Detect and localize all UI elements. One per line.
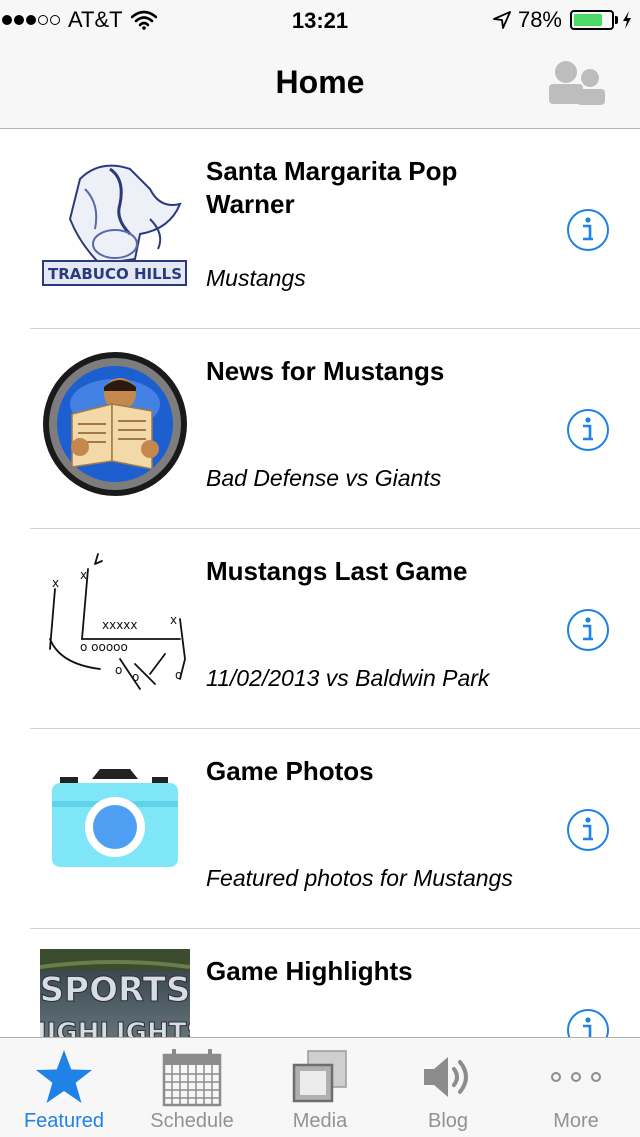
svg-text:x: x	[52, 576, 59, 590]
navigation-bar: Home	[0, 40, 640, 129]
svg-text:o: o	[132, 670, 139, 684]
page-title: Home	[275, 64, 365, 100]
item-subtitle: Bad Defense vs Giants	[206, 465, 442, 491]
battery-icon	[570, 10, 614, 30]
svg-text:o: o	[175, 668, 182, 682]
battery-level	[574, 14, 602, 26]
info-icon[interactable]	[566, 1008, 610, 1037]
battery-percent: 78%	[517, 7, 562, 32]
svg-text:xxxxx: xxxxx	[102, 618, 138, 632]
svg-text:o: o	[115, 663, 122, 677]
sports-highlights-image: SPORTS HIGHLIGHTS	[40, 949, 190, 1037]
svg-text:x: x	[80, 568, 87, 582]
tab-schedule[interactable]: Schedule	[128, 1038, 256, 1137]
item-title: Santa Margarita Pop Warner	[206, 156, 458, 219]
calendar-icon	[162, 1049, 222, 1107]
tab-label: Media	[292, 1110, 348, 1132]
item-subtitle: Featured photos for Mustangs	[206, 865, 513, 891]
svg-text:x: x	[170, 613, 177, 627]
status-right: 78%	[492, 7, 632, 32]
location-arrow-icon	[493, 11, 511, 29]
tab-more[interactable]: More	[512, 1038, 640, 1137]
tab-media[interactable]: Media	[256, 1038, 384, 1137]
svg-text:TRABUCO HILLS: TRABUCO HILLS	[48, 265, 182, 283]
charging-bolt-icon	[623, 11, 631, 29]
svg-text:HIGHLIGHTS: HIGHLIGHTS	[40, 1018, 190, 1037]
status-bar: AT&T 13:21 78%	[0, 0, 640, 40]
item-subtitle: 11/02/2013 vs Baldwin Park	[206, 665, 490, 691]
info-icon[interactable]	[566, 608, 610, 652]
camera-icon	[40, 749, 190, 899]
newspaper-reader-icon	[40, 349, 190, 499]
list-item[interactable]: x x xxxxx x o ooooo o o o Mustangs Last …	[30, 529, 640, 729]
tab-featured[interactable]: Featured	[0, 1038, 128, 1137]
tab-label: Featured	[23, 1110, 105, 1132]
tab-blog[interactable]: Blog	[384, 1038, 512, 1137]
tab-label: Blog	[427, 1110, 469, 1132]
media-icon	[292, 1050, 347, 1103]
item-title: Mustangs Last Game	[206, 556, 468, 586]
content-list: TRABUCO HILLS Santa Margarita Pop Warner…	[0, 129, 640, 1037]
star-icon	[36, 1050, 92, 1103]
info-icon[interactable]	[566, 808, 610, 852]
speaker-icon	[424, 1057, 468, 1097]
list-item[interactable]: SPORTS HIGHLIGHTS Game Highlights	[30, 929, 640, 1037]
info-icon[interactable]	[566, 408, 610, 452]
mustang-logo: TRABUCO HILLS	[40, 149, 190, 299]
item-title: Game Photos	[206, 756, 374, 786]
list-item[interactable]: Game Photos Featured photos for Mustangs	[30, 729, 640, 929]
item-title: Game Highlights	[206, 956, 413, 986]
info-icon[interactable]	[566, 208, 610, 252]
svg-text:SPORTS: SPORTS	[40, 970, 190, 1010]
list-item[interactable]: TRABUCO HILLS Santa Margarita Pop Warner…	[30, 129, 640, 329]
football-play-diagram: x x xxxxx x o ooooo o o o	[40, 549, 190, 699]
item-title: News for Mustangs	[206, 356, 445, 386]
item-subtitle: Mustangs	[206, 265, 306, 291]
tab-bar: Featured Schedule Media Blog More	[0, 1037, 640, 1137]
tab-label: Schedule	[150, 1110, 234, 1132]
profile-group-icon[interactable]	[548, 60, 606, 106]
list-item[interactable]: News for Mustangs Bad Defense vs Giants	[30, 329, 640, 529]
more-dots-icon	[551, 1072, 601, 1082]
svg-text:o ooooo: o ooooo	[80, 640, 128, 654]
tab-label: More	[553, 1110, 599, 1132]
